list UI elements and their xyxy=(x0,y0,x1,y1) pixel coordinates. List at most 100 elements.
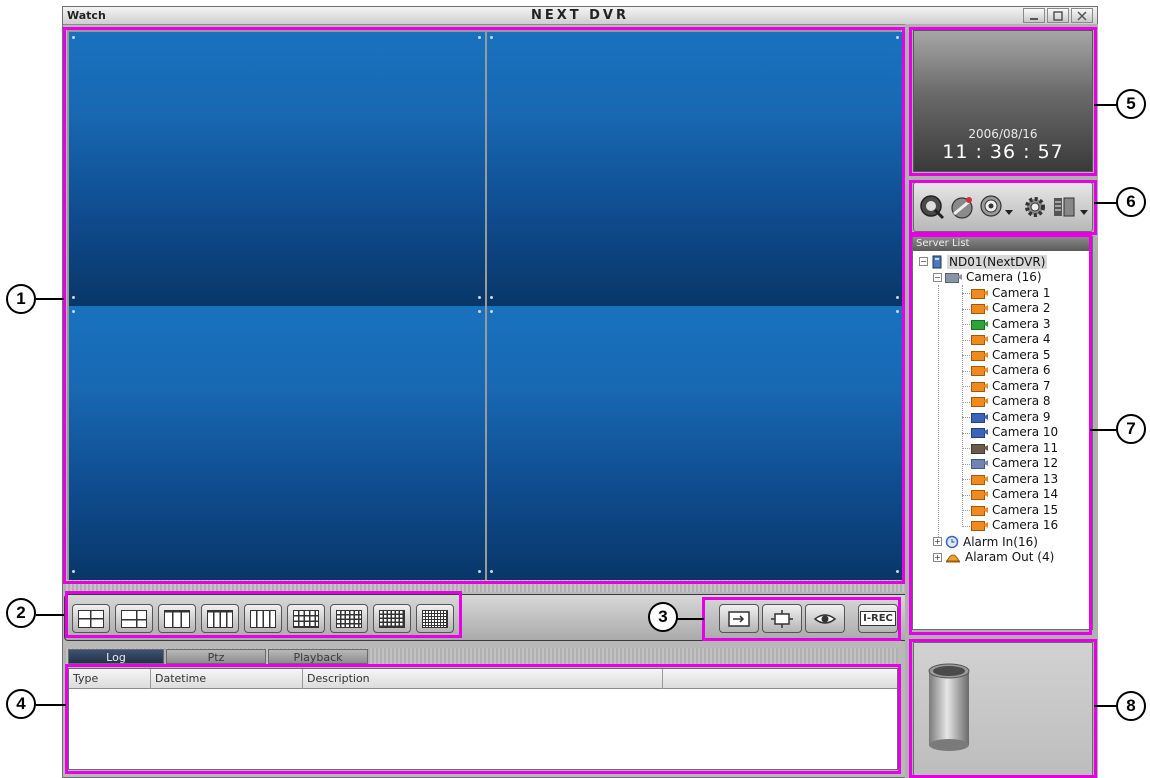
view-mode-icon[interactable] xyxy=(1052,194,1078,220)
callout-8: 8 xyxy=(1116,691,1146,721)
tree-camera-group[interactable]: − Camera (16) xyxy=(933,270,1042,285)
settings-icon[interactable] xyxy=(1022,194,1048,220)
tree-camera-label: Camera 6 xyxy=(992,363,1051,377)
layout-10-split-button[interactable] xyxy=(287,604,325,633)
satellite-icon[interactable] xyxy=(949,194,975,220)
chevron-down-icon[interactable] xyxy=(1080,210,1088,216)
fullscreen-button[interactable] xyxy=(762,604,802,633)
view-button[interactable] xyxy=(805,604,845,633)
layout-8-split-button[interactable] xyxy=(201,604,239,633)
collapse-icon[interactable]: − xyxy=(919,257,928,266)
clock-date: 2006/08/16 xyxy=(968,127,1038,141)
column-type[interactable]: Type xyxy=(69,669,151,689)
tab-playback[interactable]: Playback xyxy=(268,649,368,664)
tree-camera-item[interactable]: Camera 16 xyxy=(971,518,1058,533)
expand-icon[interactable]: + xyxy=(933,537,942,546)
tree-camera-item[interactable]: Camera 11 xyxy=(971,440,1058,455)
tree-camera-label: Camera 7 xyxy=(992,378,1051,393)
collapse-icon[interactable]: − xyxy=(933,272,942,282)
video-cell-1[interactable] xyxy=(69,32,485,306)
tree-camera-label: Camera 12 xyxy=(992,456,1059,470)
camera-group-icon xyxy=(945,272,962,283)
tree-camera-item[interactable]: Camera 7 xyxy=(971,378,1051,393)
camera-icon xyxy=(971,365,988,376)
callout-5: 5 xyxy=(1116,89,1146,119)
layout-16-split-button[interactable] xyxy=(373,604,411,633)
tree-server-label: ND01(NextDVR) xyxy=(947,254,1048,269)
expand-icon[interactable]: + xyxy=(933,552,942,562)
layout-full-grid-button[interactable] xyxy=(416,604,454,633)
tree-camera-label: Camera 2 xyxy=(992,301,1051,315)
video-cell-3[interactable] xyxy=(69,306,485,580)
tree-camera-item[interactable]: Camera 4 xyxy=(971,332,1051,347)
tree-camera-item[interactable]: Camera 3 xyxy=(971,316,1051,331)
server-list-header: Server List xyxy=(913,237,1092,251)
trash-panel xyxy=(913,642,1093,776)
tree-camera-item[interactable]: Camera 15 xyxy=(971,502,1058,517)
tree-camera-item[interactable]: Camera 9 xyxy=(971,409,1051,424)
video-display-area[interactable] xyxy=(67,30,903,580)
tree-server[interactable]: − ND01(NextDVR) xyxy=(919,254,1048,269)
layout-13-split-button[interactable] xyxy=(330,604,368,633)
tree-camera-item[interactable]: Camera 12 xyxy=(971,456,1058,471)
layout-grid-icon xyxy=(164,609,190,628)
tree-camera-label: Camera 11 xyxy=(992,440,1059,455)
layout-4-split-button[interactable] xyxy=(115,604,153,633)
tree-camera-item[interactable]: Camera 1 xyxy=(971,285,1051,300)
callout-3: 3 xyxy=(648,602,678,632)
tree-alarm-in[interactable]: + Alarm In(16) xyxy=(933,534,1038,549)
irec-label: I-REC xyxy=(860,611,896,626)
search-icon[interactable] xyxy=(919,194,945,220)
chevron-down-icon[interactable] xyxy=(1005,210,1013,216)
camera-icon xyxy=(971,458,988,469)
camera-icon xyxy=(971,303,988,314)
video-cell-4[interactable] xyxy=(487,306,903,580)
tree-camera-item[interactable]: Camera 6 xyxy=(971,363,1051,378)
tree-alarm-out[interactable]: + Alaram Out (4) xyxy=(933,550,1054,565)
tree-camera-item[interactable]: Camera 13 xyxy=(971,471,1058,486)
minimize-button[interactable] xyxy=(1023,8,1045,23)
close-icon xyxy=(1077,10,1087,21)
tree-camera-item[interactable]: Camera 5 xyxy=(971,347,1051,362)
tree-camera-label: Camera 5 xyxy=(992,347,1051,362)
maximize-button[interactable] xyxy=(1047,8,1069,23)
column-datetime[interactable]: Datetime xyxy=(151,669,303,689)
tree-camera-item[interactable]: Camera 10 xyxy=(971,425,1058,440)
tree-alarm-in-label: Alarm In(16) xyxy=(963,534,1038,549)
tree-camera-label: Camera 4 xyxy=(992,332,1051,346)
camera-icon xyxy=(971,381,988,392)
layout-grid-icon xyxy=(207,609,233,628)
irec-button[interactable]: I-REC xyxy=(858,604,898,633)
camera-icon xyxy=(971,443,988,454)
layout-9-split-button[interactable] xyxy=(244,604,282,633)
trash-icon[interactable] xyxy=(927,661,971,753)
window-title: NEXT DVR xyxy=(530,8,630,23)
layout-6-split-button[interactable] xyxy=(158,604,196,633)
tree-camera-item[interactable]: Camera 2 xyxy=(971,301,1051,316)
log-table-header: Type Datetime Description xyxy=(69,669,897,689)
camera-icon xyxy=(971,520,988,531)
alarm-bell-icon xyxy=(946,554,960,563)
close-button[interactable] xyxy=(1071,8,1093,23)
camera-icon xyxy=(971,474,988,485)
sequence-icon xyxy=(728,610,750,627)
tree-camera-label: Camera 3 xyxy=(992,316,1051,331)
camera-icon xyxy=(971,427,988,438)
tree-camera-label: Camera 9 xyxy=(992,409,1051,424)
tree-camera-item[interactable]: Camera 14 xyxy=(971,487,1058,502)
tree-camera-item[interactable]: Camera 8 xyxy=(971,394,1051,409)
video-cell-2[interactable] xyxy=(487,32,903,306)
tree-camera-group-label: Camera (16) xyxy=(966,270,1042,284)
column-description[interactable]: Description xyxy=(303,669,663,689)
sequence-button[interactable] xyxy=(719,604,759,633)
tree-camera-label: Camera 1 xyxy=(992,285,1051,300)
tab-ptz[interactable]: Ptz xyxy=(166,649,266,664)
callout-7: 7 xyxy=(1116,414,1146,444)
alarm-clock-icon xyxy=(945,535,959,548)
camera-setup-icon[interactable] xyxy=(979,194,1005,220)
dvr-screenshot: Watch NEXT DVR I-REC Log Ptz Playback Ty… xyxy=(0,0,1150,778)
tab-log[interactable]: Log xyxy=(68,649,164,664)
tree-camera-label: Camera 15 xyxy=(992,502,1059,517)
layout-1-split-button[interactable] xyxy=(72,604,110,633)
tree-camera-label: Camera 16 xyxy=(992,518,1059,532)
